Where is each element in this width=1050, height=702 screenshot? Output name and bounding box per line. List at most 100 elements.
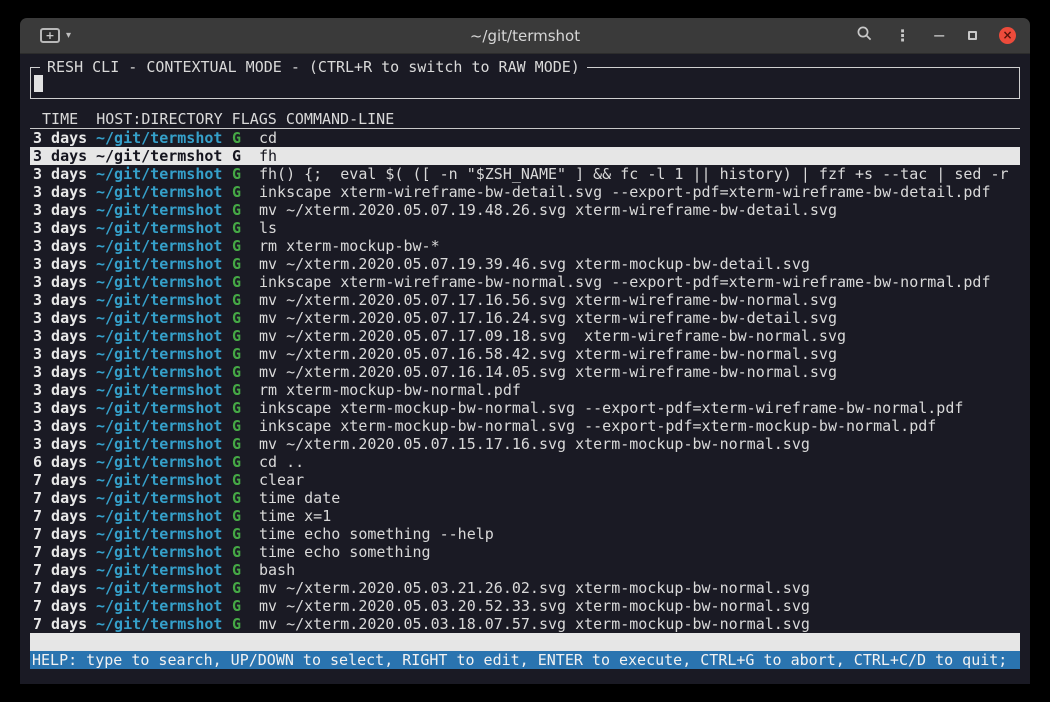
- row-time: 3 days: [33, 273, 96, 291]
- row-host-dir: ~/git/termshot: [96, 273, 232, 291]
- row-flags: G: [232, 273, 259, 291]
- history-row[interactable]: 7 days ~/git/termshot G time x=1: [30, 507, 1020, 525]
- row-command: rm xterm-mockup-bw-*: [259, 237, 1020, 255]
- row-host-dir: ~/git/termshot: [96, 579, 232, 597]
- history-row[interactable]: 3 days ~/git/termshot G inkscape xterm-w…: [30, 183, 1020, 201]
- row-time: 7 days: [33, 471, 96, 489]
- history-row[interactable]: 7 days ~/git/termshot G clear: [30, 471, 1020, 489]
- history-row[interactable]: 7 days ~/git/termshot G time date: [30, 489, 1020, 507]
- history-row[interactable]: 3 days ~/git/termshot G rm xterm-mockup-…: [30, 237, 1020, 255]
- mode-title: RESH CLI - CONTEXTUAL MODE - (CTRL+R to …: [40, 58, 587, 77]
- history-row[interactable]: 3 days ~/git/termshot G inkscape xterm-m…: [30, 399, 1020, 417]
- row-flags: G: [232, 381, 259, 399]
- row-host-dir: ~/git/termshot: [96, 417, 232, 435]
- history-row[interactable]: 3 days ~/git/termshot G mv ~/xterm.2020.…: [30, 201, 1020, 219]
- row-command: ls: [259, 219, 1020, 237]
- row-command: mv ~/xterm.2020.05.03.18.07.57.svg xterm…: [259, 615, 1020, 633]
- history-row[interactable]: 3 days ~/git/termshot G cd: [30, 129, 1020, 147]
- row-flags: G: [232, 597, 259, 615]
- history-row[interactable]: 3 days ~/git/termshot G mv ~/xterm.2020.…: [30, 327, 1020, 345]
- history-row[interactable]: 6 days ~/git/termshot G cd ..: [30, 453, 1020, 471]
- row-host-dir: ~/git/termshot: [96, 201, 232, 219]
- minimize-icon: −: [933, 26, 946, 45]
- search-button[interactable]: [856, 25, 873, 46]
- history-row[interactable]: 7 days ~/git/termshot G bash: [30, 561, 1020, 579]
- row-flags: G: [232, 183, 259, 201]
- row-time: 7 days: [33, 525, 96, 543]
- row-flags: G: [232, 489, 259, 507]
- row-host-dir: ~/git/termshot: [96, 543, 232, 561]
- titlebar: + ▾ ~/git/termshot ⋮ −: [20, 18, 1030, 54]
- search-input-box[interactable]: RESH CLI - CONTEXTUAL MODE - (CTRL+R to …: [30, 67, 1020, 99]
- history-row[interactable]: 7 days ~/git/termshot G mv ~/xterm.2020.…: [30, 579, 1020, 597]
- row-time: 7 days: [33, 489, 96, 507]
- row-host-dir: ~/git/termshot: [96, 165, 232, 183]
- row-command: time date: [259, 489, 1020, 507]
- row-command: fh() {; eval $( ([ -n "$ZSH_NAME" ] && f…: [259, 165, 1020, 183]
- history-row[interactable]: 7 days ~/git/termshot G mv ~/xterm.2020.…: [30, 615, 1020, 633]
- row-command: time echo something: [259, 543, 1020, 561]
- row-host-dir: ~/git/termshot: [96, 381, 232, 399]
- row-command: cd ..: [259, 453, 1020, 471]
- history-row[interactable]: 3 days ~/git/termshot G rm xterm-mockup-…: [30, 381, 1020, 399]
- row-flags: G: [232, 579, 259, 597]
- status-bar: 2020-05-08 00:34:56 tower:~/git/termshot…: [30, 633, 1020, 651]
- row-command: mv ~/xterm.2020.05.07.19.48.26.svg xterm…: [259, 201, 1020, 219]
- row-time: 3 days: [33, 201, 96, 219]
- row-command: inkscape xterm-wireframe-bw-normal.svg -…: [259, 273, 1020, 291]
- row-host-dir: ~/git/termshot: [96, 129, 232, 147]
- row-command: fh: [259, 147, 1020, 165]
- row-host-dir: ~/git/termshot: [96, 147, 232, 165]
- row-command: inkscape xterm-mockup-bw-normal.svg --ex…: [259, 399, 1020, 417]
- history-row[interactable]: 3 days ~/git/termshot G fh: [30, 147, 1020, 165]
- row-command: clear: [259, 471, 1020, 489]
- menu-button[interactable]: ⋮: [895, 26, 911, 45]
- row-flags: G: [232, 165, 259, 183]
- row-time: 6 days: [33, 453, 96, 471]
- row-time: 7 days: [33, 543, 96, 561]
- history-row[interactable]: 7 days ~/git/termshot G time echo someth…: [30, 543, 1020, 561]
- history-row[interactable]: 7 days ~/git/termshot G time echo someth…: [30, 525, 1020, 543]
- row-command: mv ~/xterm.2020.05.07.16.58.42.svg xterm…: [259, 345, 1020, 363]
- row-flags: G: [232, 471, 259, 489]
- history-row[interactable]: 3 days ~/git/termshot G mv ~/xterm.2020.…: [30, 309, 1020, 327]
- history-row[interactable]: 3 days ~/git/termshot G mv ~/xterm.2020.…: [30, 435, 1020, 453]
- row-host-dir: ~/git/termshot: [96, 255, 232, 273]
- row-time: 3 days: [33, 219, 96, 237]
- help-bar: HELP: type to search, UP/DOWN to select,…: [30, 651, 1020, 669]
- row-flags: G: [232, 525, 259, 543]
- titlebar-right: ⋮ − ×: [856, 25, 1016, 46]
- titlebar-left: + ▾: [40, 28, 71, 43]
- restore-icon: [968, 31, 977, 40]
- history-row[interactable]: 3 days ~/git/termshot G inkscape xterm-w…: [30, 273, 1020, 291]
- minimize-button[interactable]: −: [933, 26, 946, 45]
- history-row[interactable]: 3 days ~/git/termshot G mv ~/xterm.2020.…: [30, 291, 1020, 309]
- new-terminal-button[interactable]: + ▾: [40, 28, 71, 43]
- close-button[interactable]: ×: [999, 27, 1016, 44]
- row-host-dir: ~/git/termshot: [96, 291, 232, 309]
- row-time: 7 days: [33, 597, 96, 615]
- row-command: cd: [259, 129, 1020, 147]
- history-row[interactable]: 3 days ~/git/termshot G inkscape xterm-m…: [30, 417, 1020, 435]
- history-row[interactable]: 3 days ~/git/termshot G ls: [30, 219, 1020, 237]
- row-host-dir: ~/git/termshot: [96, 363, 232, 381]
- row-time: 3 days: [33, 399, 96, 417]
- history-row[interactable]: 3 days ~/git/termshot G mv ~/xterm.2020.…: [30, 255, 1020, 273]
- row-time: 3 days: [33, 435, 96, 453]
- row-time: 3 days: [33, 165, 96, 183]
- row-command: mv ~/xterm.2020.05.07.17.16.56.svg xterm…: [259, 291, 1020, 309]
- row-host-dir: ~/git/termshot: [96, 489, 232, 507]
- row-command: time x=1: [259, 507, 1020, 525]
- history-row[interactable]: 3 days ~/git/termshot G fh() {; eval $( …: [30, 165, 1020, 183]
- row-host-dir: ~/git/termshot: [96, 237, 232, 255]
- row-command: mv ~/xterm.2020.05.07.16.14.05.svg xterm…: [259, 363, 1020, 381]
- row-command: mv ~/xterm.2020.05.07.19.39.46.svg xterm…: [259, 255, 1020, 273]
- row-time: 3 days: [33, 345, 96, 363]
- row-flags: G: [232, 399, 259, 417]
- history-row[interactable]: 7 days ~/git/termshot G mv ~/xterm.2020.…: [30, 597, 1020, 615]
- history-row[interactable]: 3 days ~/git/termshot G mv ~/xterm.2020.…: [30, 363, 1020, 381]
- restore-button[interactable]: [968, 31, 977, 40]
- history-row[interactable]: 3 days ~/git/termshot G mv ~/xterm.2020.…: [30, 345, 1020, 363]
- row-host-dir: ~/git/termshot: [96, 183, 232, 201]
- terminal-screen[interactable]: RESH CLI - CONTEXTUAL MODE - (CTRL+R to …: [20, 54, 1030, 684]
